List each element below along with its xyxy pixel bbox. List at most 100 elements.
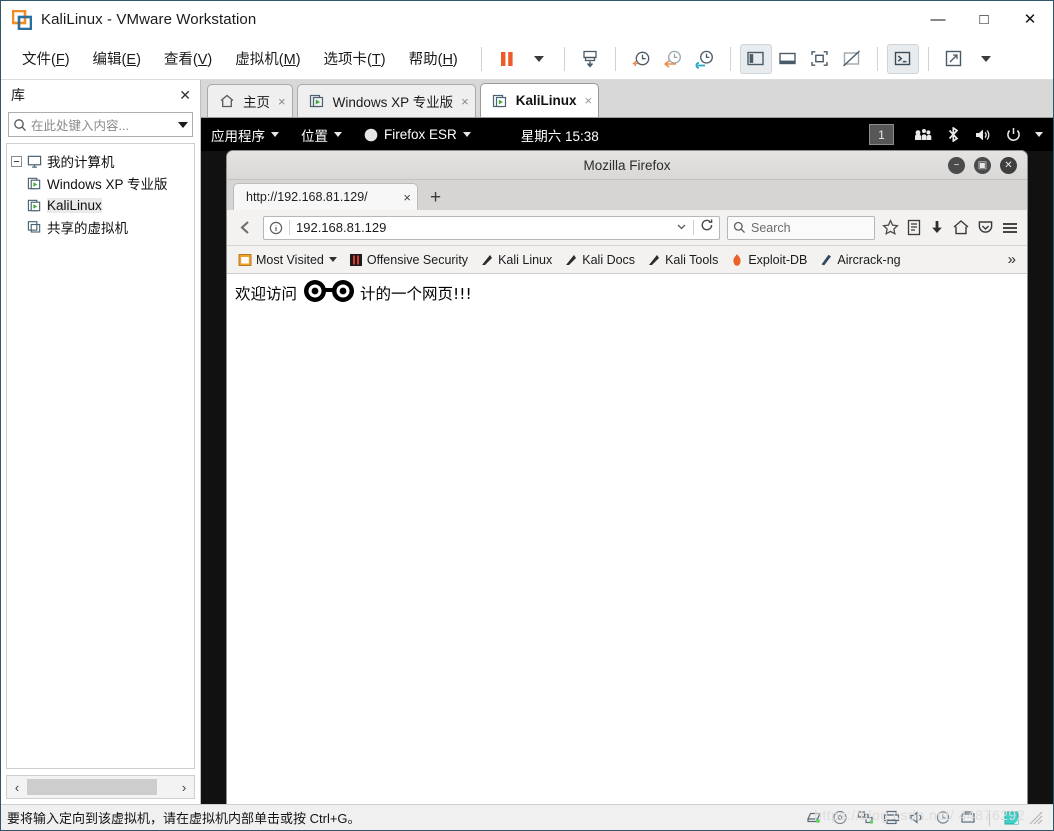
- menu-tabs[interactable]: 选项卡(T): [315, 44, 395, 73]
- bookmark-kali-tools[interactable]: Kali Tools: [643, 251, 722, 269]
- firefox-close-button[interactable]: ✕: [1000, 157, 1017, 174]
- tree-item-label: 我的计算机: [47, 155, 115, 170]
- firefox-window-title: Mozilla Firefox: [583, 157, 671, 173]
- manage-snapshots-button[interactable]: [689, 44, 721, 74]
- bookmark-kali-linux[interactable]: Kali Linux: [476, 251, 556, 269]
- panel-applications-menu[interactable]: 应用程序: [211, 125, 279, 145]
- firefox-window-controls: − ▣ ✕: [948, 151, 1017, 180]
- menu-help[interactable]: 帮助(H): [400, 44, 467, 73]
- collapse-expander-icon[interactable]: [11, 155, 22, 167]
- vm-icon: [309, 94, 323, 108]
- window-controls: — □ ✕: [915, 1, 1053, 38]
- url-bar[interactable]: 192.168.81.129: [263, 215, 720, 240]
- close-icon[interactable]: ✕: [179, 87, 191, 104]
- tab-close-icon[interactable]: ×: [278, 94, 286, 109]
- bookmark-label: Kali Tools: [665, 252, 719, 267]
- tab-windows-xp[interactable]: Windows XP 专业版 ×: [296, 84, 476, 117]
- hide-view-button[interactable]: [836, 44, 868, 74]
- bookmark-label: Most Visited: [256, 252, 324, 267]
- chevron-down-icon[interactable]: [676, 219, 687, 237]
- firefox-nav-bar: 192.168.81.129 Search: [227, 210, 1027, 246]
- bookmark-kali-docs[interactable]: Kali Docs: [560, 251, 639, 269]
- take-snapshot-button[interactable]: [625, 44, 657, 74]
- star-icon[interactable]: [882, 219, 899, 236]
- bluetooth-icon: [948, 127, 959, 142]
- vm-icon: [27, 199, 41, 211]
- show-thumbnail-bar-button[interactable]: [772, 44, 804, 74]
- tree-item-windows-xp[interactable]: Windows XP 专业版: [11, 172, 190, 194]
- chevron-down-icon[interactable]: [1035, 132, 1043, 137]
- console-button[interactable]: [886, 43, 919, 74]
- search-input[interactable]: Search: [751, 221, 791, 235]
- tab-kalilinux[interactable]: KaliLinux ×: [479, 83, 600, 117]
- bookmark-offensive-security[interactable]: Offensive Security: [345, 251, 472, 269]
- pocket-icon[interactable]: [977, 219, 994, 236]
- panel-places-menu[interactable]: 位置: [301, 125, 342, 145]
- power-dropdown[interactable]: [523, 44, 555, 74]
- panel-clock[interactable]: 星期六 15:38: [521, 125, 599, 145]
- clock-back-icon: [663, 50, 681, 68]
- tab-label: Windows XP 专业版: [332, 95, 454, 110]
- resize-grip[interactable]: [1029, 811, 1043, 825]
- tab-home[interactable]: 主页 ×: [207, 84, 293, 117]
- bookmarks-overflow-button[interactable]: »: [1008, 251, 1020, 268]
- show-console-view-button[interactable]: [804, 44, 836, 74]
- scroll-right-button[interactable]: ›: [174, 780, 194, 795]
- hamburger-menu-icon[interactable]: [1001, 220, 1019, 236]
- bookmark-most-visited[interactable]: Most Visited: [234, 251, 341, 269]
- firefox-maximize-button[interactable]: ▣: [974, 157, 991, 174]
- menu-edit-accel: E: [126, 52, 137, 68]
- guest-screen[interactable]: 应用程序 位置 Firefox ESR 星期六 15:38 1 Mozilla …: [201, 118, 1053, 804]
- download-icon[interactable]: [929, 219, 945, 236]
- home-icon[interactable]: [952, 219, 970, 236]
- scrollbar-thumb[interactable]: [27, 779, 157, 795]
- maximize-button[interactable]: □: [961, 1, 1007, 38]
- aircrack-icon: [821, 254, 832, 265]
- firefox-tab-close-icon[interactable]: ×: [403, 190, 411, 205]
- tree-item-kalilinux[interactable]: KaliLinux: [11, 194, 190, 216]
- revert-snapshot-button[interactable]: [657, 44, 689, 74]
- search-input[interactable]: 在此处键入内容...: [31, 115, 178, 134]
- url-input[interactable]: 192.168.81.129: [296, 220, 670, 235]
- panel-firefox-item[interactable]: Firefox ESR: [364, 127, 471, 142]
- tab-close-icon[interactable]: ×: [584, 93, 592, 108]
- chevron-down-icon[interactable]: [178, 121, 188, 128]
- gnome-top-panel: 应用程序 位置 Firefox ESR 星期六 15:38 1: [201, 118, 1053, 151]
- snapshot-button[interactable]: [574, 44, 606, 74]
- menu-edit[interactable]: 编辑(E): [84, 44, 150, 73]
- show-library-button[interactable]: [739, 43, 772, 74]
- menu-file[interactable]: 文件(F): [13, 44, 79, 73]
- menu-view[interactable]: 查看(V): [155, 44, 221, 73]
- fullscreen-button[interactable]: [938, 44, 970, 74]
- firefox-tab[interactable]: http://192.168.81.129/ ×: [233, 183, 418, 210]
- page-content[interactable]: 欢迎访问 计的一个网页!!!: [227, 274, 1027, 804]
- search-bar[interactable]: Search: [727, 215, 875, 240]
- tree-item-my-computer[interactable]: 我的计算机: [11, 150, 190, 172]
- bookmarks-bar: Most Visited Offensive Security Kali Lin…: [227, 246, 1027, 274]
- firefox-minimize-button[interactable]: −: [948, 157, 965, 174]
- new-tab-button[interactable]: +: [430, 188, 441, 207]
- search-icon: [733, 221, 746, 234]
- scroll-left-button[interactable]: ‹: [7, 780, 27, 795]
- panel-left-icon: [747, 51, 764, 66]
- suspend-button[interactable]: [491, 44, 523, 74]
- minimize-button[interactable]: —: [915, 1, 961, 38]
- fullscreen-dropdown[interactable]: [970, 44, 1002, 74]
- bookmark-aircrack-ng[interactable]: Aircrack-ng: [815, 251, 904, 269]
- tab-close-icon[interactable]: ×: [461, 94, 469, 109]
- sidebar-horizontal-scrollbar[interactable]: ‹ ›: [6, 775, 195, 799]
- close-button[interactable]: ✕: [1007, 1, 1053, 38]
- menu-vm-accel: M: [283, 52, 296, 68]
- chevron-down-icon: [533, 55, 544, 62]
- menu-vm[interactable]: 虚拟机(M): [226, 44, 309, 73]
- bookmark-exploit-db[interactable]: Exploit-DB: [726, 251, 811, 269]
- library-icon[interactable]: [906, 219, 922, 236]
- main-body: 库 ✕ 在此处键入内容... 我的计算机 Windows XP 专业版 Kali…: [1, 80, 1053, 804]
- workspace-switcher[interactable]: 1: [869, 124, 894, 145]
- back-arrow-icon[interactable]: [235, 217, 256, 238]
- firefox-title-bar: Mozilla Firefox − ▣ ✕: [227, 151, 1027, 180]
- guest-desktop[interactable]: Mozilla Firefox − ▣ ✕ http://192.168.81.…: [201, 151, 1053, 804]
- library-search-box[interactable]: 在此处键入内容...: [8, 112, 193, 137]
- tree-item-shared-vms[interactable]: 共享的虚拟机: [11, 216, 190, 238]
- reload-icon[interactable]: [700, 218, 714, 237]
